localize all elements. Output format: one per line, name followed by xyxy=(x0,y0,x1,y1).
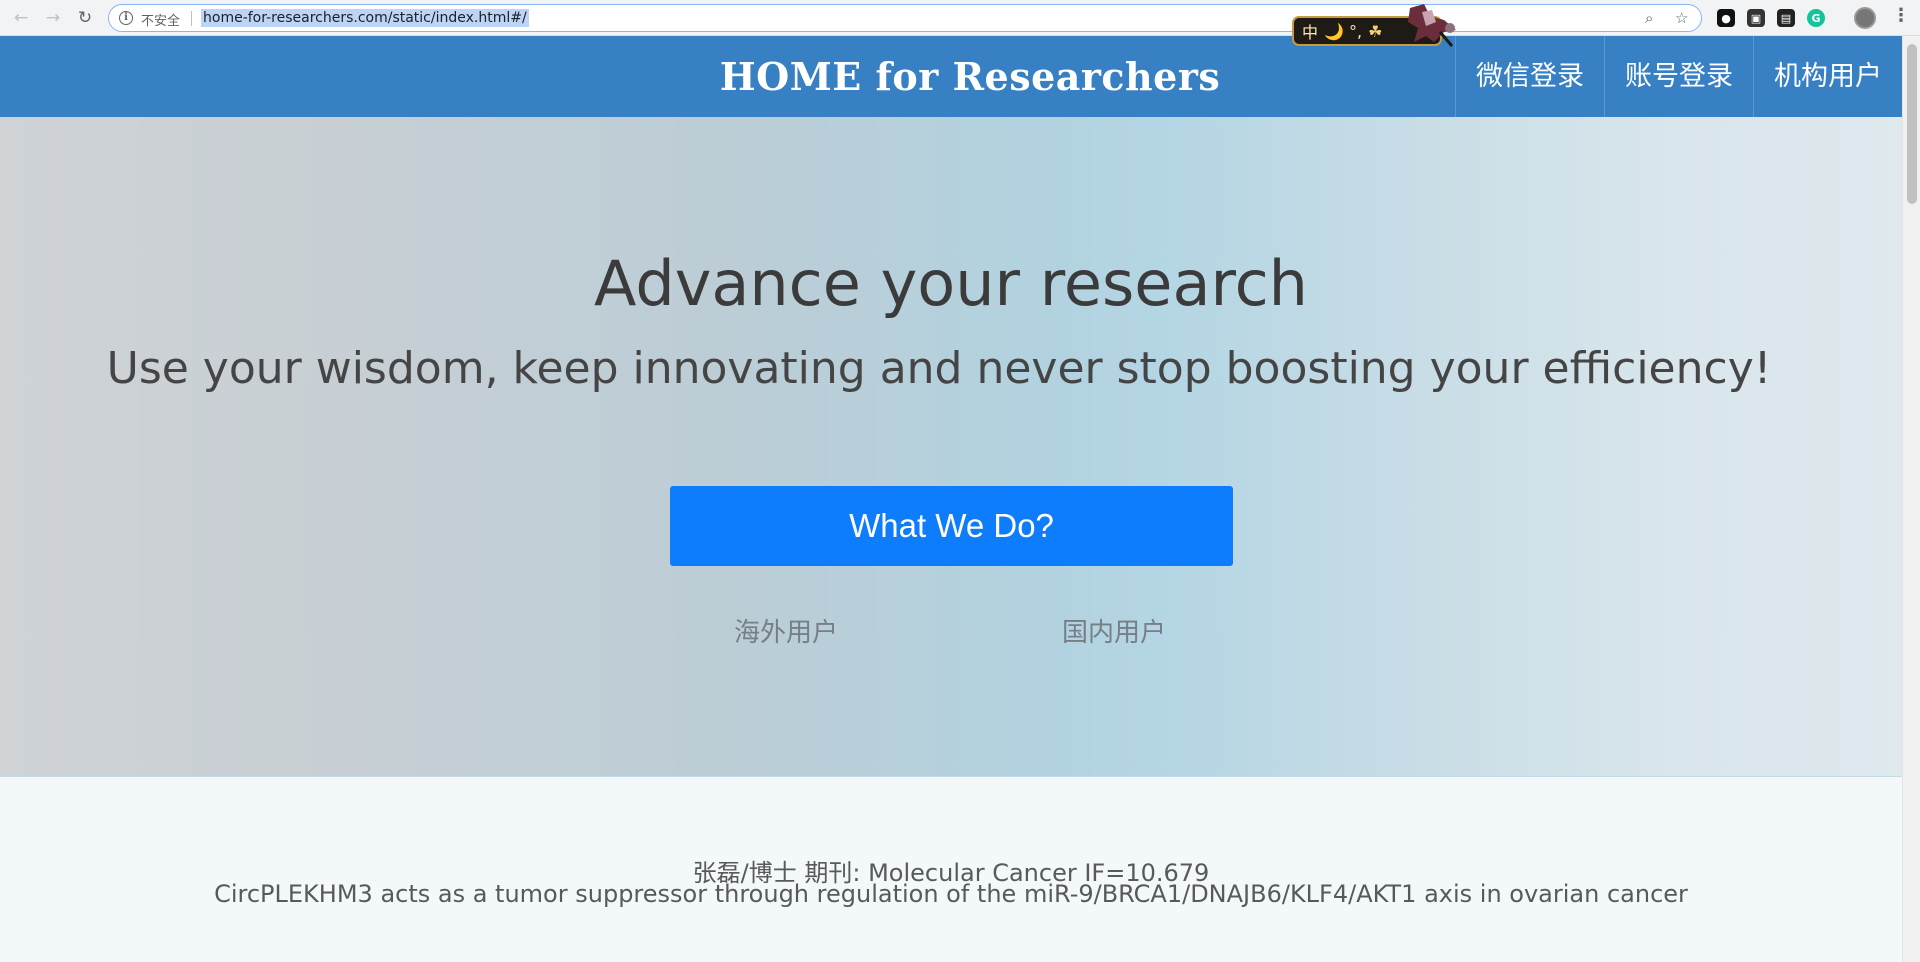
zoom-icon[interactable]: ⌕ xyxy=(1645,9,1653,27)
shirt-icon[interactable]: ☘ xyxy=(1368,22,1382,41)
extension-reader-icon[interactable]: ▤ xyxy=(1777,9,1795,27)
extension-box-icon[interactable]: ▣ xyxy=(1747,9,1765,27)
header-nav: 微信登录 账号登录 机构用户 xyxy=(1455,36,1902,117)
insecure-label[interactable]: 不安全 xyxy=(141,10,180,29)
account-login-link[interactable]: 账号登录 xyxy=(1604,36,1753,117)
url-text[interactable]: home-for-researchers.com/static/index.ht… xyxy=(201,9,529,27)
page-scrollbar[interactable] xyxy=(1902,36,1920,962)
info-icon[interactable]: i xyxy=(119,11,133,25)
scrollbar-thumb[interactable] xyxy=(1907,44,1917,204)
extension-lock-icon[interactable]: ● xyxy=(1717,9,1735,27)
paper-title[interactable]: CircPLEKHM3 acts as a tumor suppressor t… xyxy=(0,880,1902,908)
ime-options[interactable]: 🌙 °, xyxy=(1324,22,1362,41)
what-we-do-button[interactable]: What We Do? xyxy=(670,486,1233,566)
address-divider xyxy=(191,11,192,26)
hero-title: Advance your research xyxy=(594,247,1308,320)
forward-icon[interactable]: → xyxy=(40,5,66,31)
domestic-user-link[interactable]: 国内用户 xyxy=(1062,612,1166,649)
featured-paper: 张磊/博士 期刊: Molecular Cancer IF=10.679 Cir… xyxy=(0,777,1902,962)
institution-user-link[interactable]: 机构用户 xyxy=(1753,36,1902,117)
ime-mode-label[interactable]: 中 xyxy=(1302,19,1318,43)
site-header: HOME for Researchers 微信登录 账号登录 机构用户 xyxy=(0,36,1902,117)
browser-toolbar: ← → ↻ i 不安全 home-for-researchers.com/sta… xyxy=(0,0,1920,36)
grammarly-icon[interactable]: G xyxy=(1807,9,1825,27)
bookmark-star-icon[interactable]: ☆ xyxy=(1675,9,1688,27)
hero-subtitle: Use your wisdom, keep innovating and nev… xyxy=(106,343,1772,394)
overseas-user-link[interactable]: 海外用户 xyxy=(734,612,838,649)
ime-mascot-icon xyxy=(1408,4,1456,47)
address-bar[interactable]: i 不安全 home-for-researchers.com/static/in… xyxy=(108,4,1702,32)
profile-avatar[interactable] xyxy=(1854,7,1876,29)
wechat-login-link[interactable]: 微信登录 xyxy=(1455,36,1604,117)
back-icon[interactable]: ← xyxy=(8,5,34,31)
hero-section: Advance your research Use your wisdom, k… xyxy=(0,117,1902,777)
reload-icon[interactable]: ↻ xyxy=(72,5,98,31)
browser-menu-icon[interactable]: ⋮ xyxy=(1892,5,1910,26)
